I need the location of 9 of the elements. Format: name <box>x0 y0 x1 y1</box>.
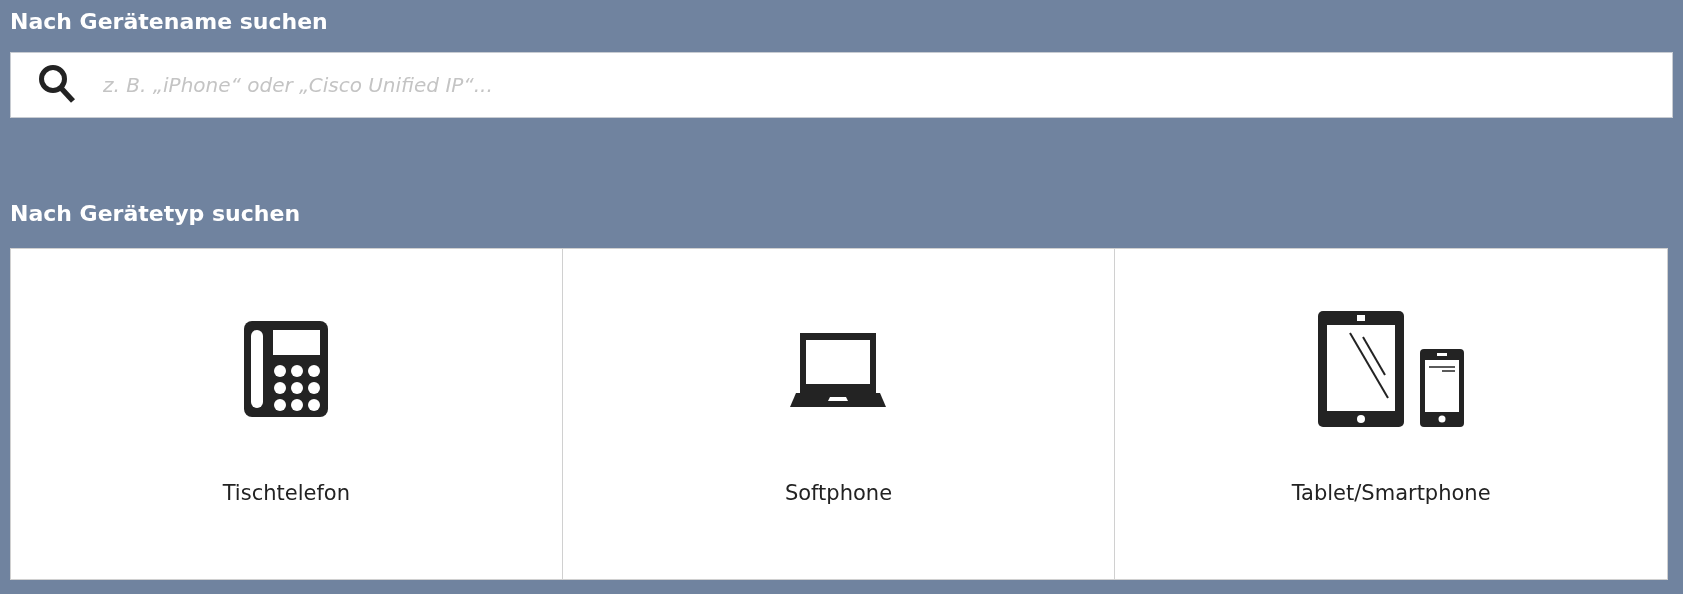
section-heading: Nach Gerätename suchen <box>10 8 328 36</box>
device-type-card[interactable]: Tischtelefon <box>10 248 563 580</box>
device-type-card[interactable]: Tablet/Smartphone <box>1115 248 1668 580</box>
device-type-card[interactable]: Softphone <box>562 248 1116 580</box>
laptop-icon <box>790 331 887 407</box>
search-field[interactable]: z. B. „iPhone“ oder „Cisco Unified IP“... <box>10 52 1673 118</box>
tablet-and-phone-icon <box>1318 311 1465 427</box>
section-heading: Nach Gerätetyp suchen <box>10 200 301 228</box>
desk-phone-icon <box>244 321 329 417</box>
